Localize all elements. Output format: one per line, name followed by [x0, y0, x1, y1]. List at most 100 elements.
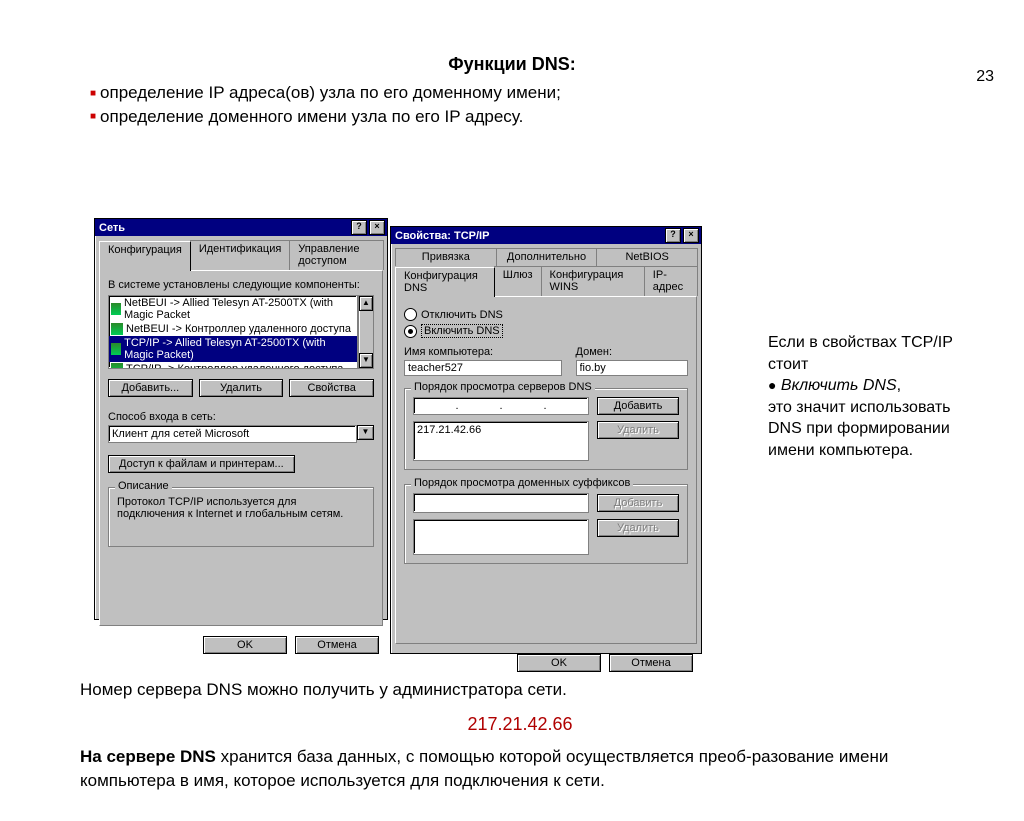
bullet-text: определение IP адреса(ов) узла по его до…	[100, 83, 561, 102]
add-button[interactable]: Добавить...	[108, 379, 193, 397]
tab-dns-config[interactable]: Конфигурация DNS	[395, 267, 495, 297]
dialog-buttons: OK Отмена	[391, 648, 701, 678]
dns-server-note: На сервере DNS хранится база данных, с п…	[80, 745, 960, 794]
cancel-button[interactable]: Отмена	[609, 654, 693, 672]
titlebar[interactable]: Сеть ? ×	[95, 219, 387, 236]
hostname-input[interactable]	[405, 361, 561, 375]
dns-add-button[interactable]: Добавить	[597, 397, 679, 415]
protocol-icon	[111, 363, 123, 369]
side-note: Если в свойствах TCP/IP стоит ● Включить…	[768, 332, 983, 462]
tab-netbios[interactable]: NetBIOS	[596, 248, 698, 266]
radio-label: Отключить DNS	[421, 309, 503, 321]
description-group: Описание Протокол TCP/IP используется дл…	[108, 487, 374, 547]
radio-icon	[404, 325, 417, 338]
group-label: Порядок просмотра доменных суффиксов	[411, 477, 633, 489]
tab-panel: Отключить DNS Включить DNS Имя компьютер…	[395, 296, 697, 644]
side-note-comma: ,	[897, 377, 901, 394]
dns-remove-button[interactable]: Удалить	[597, 421, 679, 439]
list-item[interactable]: TCP/IP -> Контроллер удаленного доступа	[109, 362, 357, 369]
logon-label: Способ входа в сеть:	[108, 411, 374, 423]
properties-button[interactable]: Свойства	[289, 379, 374, 397]
tab-panel: В системе установлены следующие компонен…	[99, 270, 383, 626]
suffix-listbox[interactable]	[413, 519, 589, 555]
dialog-buttons: OK Отмена	[95, 630, 387, 660]
dns-example-ip: 217.21.42.66	[80, 711, 960, 737]
list-item[interactable]: NetBEUI -> Allied Telesyn AT-2500TX (wit…	[109, 296, 357, 322]
dialog-network: Сеть ? × Конфигурация Идентификация Упра…	[94, 218, 388, 620]
tab-identification[interactable]: Идентификация	[190, 240, 290, 270]
tab-strip-row1: Привязка Дополнительно NetBIOS	[395, 248, 697, 266]
radio-label: Включить DNS	[421, 324, 503, 338]
list-item[interactable]: 217.21.42.66	[417, 424, 585, 436]
suffix-remove-button[interactable]: Удалить	[597, 519, 679, 537]
window-title: Сеть	[99, 222, 125, 234]
protocol-icon	[111, 323, 123, 335]
dns-ip-input[interactable]: . . .	[413, 397, 589, 415]
tab-configuration[interactable]: Конфигурация	[99, 241, 191, 271]
dropdown-icon[interactable]: ▼	[357, 425, 374, 440]
list-item-selected[interactable]: TCP/IP -> Allied Telesyn AT-2500TX (with…	[109, 336, 357, 362]
bullet-item: ■ определение IP адреса(ов) узла по его д…	[90, 81, 1024, 105]
ok-button[interactable]: OK	[203, 636, 287, 654]
suffix-group: Порядок просмотра доменных суффиксов Доб…	[404, 484, 688, 564]
logon-select[interactable]: Клиент для сетей Microsoft	[108, 425, 357, 443]
side-note-emph: Включить DNS	[781, 377, 897, 394]
dns-servers-group: Порядок просмотра серверов DNS . . . Доб…	[404, 388, 688, 470]
domain-input[interactable]	[577, 361, 688, 375]
tab-strip-row2: Конфигурация DNS Шлюз Конфигурация WINS …	[395, 266, 697, 296]
cancel-button[interactable]: Отмена	[295, 636, 379, 654]
hostname-label: Имя компьютера:	[404, 346, 562, 358]
bullet-text: определение доменного имени узла по его …	[100, 107, 523, 126]
scroll-up-icon[interactable]: ▲	[359, 296, 373, 311]
help-icon[interactable]: ?	[665, 228, 681, 243]
bullet-list: ■ определение IP адреса(ов) узла по его д…	[90, 81, 1024, 129]
tab-advanced[interactable]: Дополнительно	[496, 248, 598, 266]
titlebar[interactable]: Свойства: TCP/IP ? ×	[391, 227, 701, 244]
description-text: Протокол TCP/IP используется для подключ…	[117, 496, 365, 520]
bullet-square-icon: ■	[90, 111, 96, 122]
tab-access-control[interactable]: Управление доступом	[289, 240, 384, 270]
bullet-square-icon: ■	[90, 88, 96, 99]
suffix-add-button[interactable]: Добавить	[597, 494, 679, 512]
tab-wins-config[interactable]: Конфигурация WINS	[541, 266, 645, 296]
filled-dot-icon: ●	[768, 377, 776, 393]
list-item-label: TCP/IP -> Контроллер удаленного доступа	[126, 363, 343, 369]
radio-enable-dns[interactable]: Включить DNS	[404, 324, 688, 338]
scroll-down-icon[interactable]: ▼	[359, 353, 373, 368]
dialog-tcpip-properties: Свойства: TCP/IP ? × Привязка Дополнител…	[390, 226, 702, 654]
radio-disable-dns[interactable]: Отключить DNS	[404, 308, 688, 321]
close-icon[interactable]: ×	[369, 220, 385, 235]
ok-button[interactable]: OK	[517, 654, 601, 672]
remove-button[interactable]: Удалить	[199, 379, 284, 397]
bullet-item: ■ определение доменного имени узла по его…	[90, 105, 1024, 129]
list-item[interactable]: NetBEUI -> Контроллер удаленного доступа	[109, 322, 357, 336]
list-item-label: NetBEUI -> Allied Telesyn AT-2500TX (wit…	[124, 297, 355, 321]
lower-text: Номер сервера DNS можно получить у админ…	[80, 678, 960, 794]
window-title: Свойства: TCP/IP	[395, 230, 489, 242]
protocol-icon	[111, 303, 121, 315]
components-label: В системе установлены следующие компонен…	[108, 279, 374, 291]
tab-ip-address[interactable]: IP-адрес	[644, 266, 698, 296]
list-item-label: NetBEUI -> Контроллер удаленного доступа	[126, 323, 351, 335]
suffix-input[interactable]	[413, 493, 589, 513]
protocol-icon	[111, 343, 121, 355]
tab-bindings[interactable]: Привязка	[395, 248, 497, 266]
dns-servers-listbox[interactable]: 217.21.42.66	[413, 421, 589, 461]
dns-note: Номер сервера DNS можно получить у админ…	[80, 678, 960, 703]
domain-label: Домен:	[576, 346, 689, 358]
file-print-sharing-button[interactable]: Доступ к файлам и принтерам...	[108, 455, 295, 473]
side-note-line: это значит использовать DNS при формиров…	[768, 399, 950, 459]
heading: Функции DNS:	[0, 54, 1024, 75]
scrollbar[interactable]: ▲ ▼	[358, 295, 374, 369]
tab-strip: Конфигурация Идентификация Управление до…	[99, 240, 383, 270]
close-icon[interactable]: ×	[683, 228, 699, 243]
help-icon[interactable]: ?	[351, 220, 367, 235]
side-note-line: Если в свойствах TCP/IP стоит	[768, 334, 953, 373]
page-number: 23	[976, 68, 994, 86]
group-label: Порядок просмотра серверов DNS	[411, 381, 595, 393]
radio-icon	[404, 308, 417, 321]
bold-prefix: На сервере DNS	[80, 747, 216, 766]
components-listbox[interactable]: NetBEUI -> Allied Telesyn AT-2500TX (wit…	[108, 295, 358, 369]
tab-gateway[interactable]: Шлюз	[494, 266, 542, 296]
list-item-label: TCP/IP -> Allied Telesyn AT-2500TX (with…	[124, 337, 355, 361]
